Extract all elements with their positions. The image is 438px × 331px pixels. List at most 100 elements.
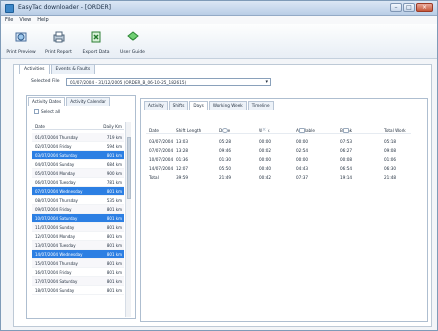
bed-icon <box>343 128 349 133</box>
days-drive-cell: 09:46 <box>219 148 232 153</box>
activity-daily-km: 684 km <box>106 162 122 167</box>
activity-date: 12/07/2004 Monday <box>35 234 76 239</box>
activity-list: 01/07/2004 Thursday 719 km 02/07/2004 Frid… <box>32 133 124 295</box>
days-shift-length-cell: 13:28 <box>176 148 189 153</box>
days-date-cell: Total <box>149 175 159 180</box>
select-all-checkbox[interactable] <box>34 109 39 114</box>
available-icon <box>299 128 305 133</box>
tab-activity[interactable]: Activity <box>144 101 168 110</box>
activity-list-scrollbar[interactable] <box>125 122 131 317</box>
activity-daily-km: 801 km <box>106 153 122 158</box>
days-table-header: Date Shift Length Drive Work× Available … <box>146 128 411 134</box>
close-button[interactable]: × <box>416 3 433 12</box>
days-shift-length-cell: 39:59 <box>176 175 189 180</box>
activity-list-row[interactable]: 04/07/2004 Sunday 684 km <box>32 160 124 169</box>
activity-list-row[interactable]: 03/07/2004 Saturday 801 km <box>32 151 124 160</box>
menu-help[interactable]: Help <box>37 16 48 24</box>
days-break-cell: 06:27 <box>340 148 353 153</box>
days-break-cell: 06:54 <box>340 166 353 171</box>
days-shift-length-header[interactable]: Shift Length <box>176 128 201 133</box>
days-date-cell: 03/07/2004 <box>149 139 174 144</box>
days-total-row[interactable]: Total 39:59 21:49 00:42 07:37 19:14 21:48 <box>146 173 411 182</box>
activity-list-row[interactable]: 13/07/2004 Tuesday 801 km <box>32 241 124 250</box>
export-data-button[interactable]: Export Data <box>79 28 113 55</box>
print-report-button[interactable]: Print Report <box>41 28 76 55</box>
days-table-row[interactable]: 07/07/2004 13:28 09:46 00:02 02:54 06:27 09:08 <box>146 146 411 155</box>
export-data-label: Export Data <box>82 50 110 55</box>
application-window: EasyTac downloader - [ORDER] – □ × File … <box>0 0 438 331</box>
days-total-work-header[interactable]: Total Work <box>384 128 406 133</box>
activity-list-row[interactable]: 15/07/2004 Thursday 801 km <box>32 259 124 268</box>
activity-daily-km: 801 km <box>106 207 122 212</box>
activity-date: 06/07/2004 Tuesday <box>35 180 76 185</box>
activity-list-row[interactable]: 12/07/2004 Monday 801 km <box>32 232 124 241</box>
days-total-work-cell: 06:30 <box>384 166 397 171</box>
days-shift-length-cell: 01:36 <box>176 157 189 162</box>
activity-list-header: Date Daily Km <box>32 123 124 130</box>
activity-list-row[interactable]: 06/07/2004 Tuesday 781 km <box>32 178 124 187</box>
menu-file[interactable]: File <box>5 16 13 24</box>
activity-list-row[interactable]: 16/07/2004 Friday 801 km <box>32 268 124 277</box>
activity-date: 01/07/2004 Thursday <box>35 135 78 140</box>
print-preview-button[interactable]: Print Preview <box>4 28 38 55</box>
tab-events-faults[interactable]: Events & Faults <box>50 64 96 74</box>
days-table-row[interactable]: 03/07/2004 13:03 05:28 00:00 00:00 07:53 05:18 <box>146 137 411 146</box>
activity-date: 09/07/2004 Friday <box>35 207 72 212</box>
print-report-icon <box>53 31 64 43</box>
menu-view[interactable]: View <box>19 16 31 24</box>
days-available-cell: 02:54 <box>296 148 309 153</box>
tab-working-week[interactable]: Working Week <box>208 101 247 110</box>
tab-activity-dates[interactable]: Activity Dates <box>28 97 66 106</box>
tab-activity-calendar[interactable]: Activity Calendar <box>66 97 111 106</box>
activity-list-row[interactable]: 14/07/2004 Wednesday 801 km <box>32 250 124 259</box>
activity-daily-km: 801 km <box>106 279 122 284</box>
activity-list-row[interactable]: 05/07/2004 Monday 900 km <box>32 169 124 178</box>
activity-list-row[interactable]: 10/07/2004 Saturday 801 km <box>32 214 124 223</box>
activity-list-row[interactable]: 09/07/2004 Friday 801 km <box>32 205 124 214</box>
chevron-down-icon: ▾ <box>265 79 268 85</box>
tab-shifts[interactable]: Shifts <box>168 101 189 110</box>
activity-date: 16/07/2004 Friday <box>35 270 72 275</box>
tab-activities[interactable]: Activities <box>19 64 50 74</box>
window-title: EasyTac downloader - [ORDER] <box>18 4 112 11</box>
activity-date: 15/07/2004 Thursday <box>35 261 78 266</box>
activity-list-row[interactable]: 02/07/2004 Friday 594 km <box>32 142 124 151</box>
activity-daily-km: 719 km <box>106 135 122 140</box>
tab-days[interactable]: Days <box>189 101 208 110</box>
print-report-label: Print Report <box>45 50 72 55</box>
days-table-row[interactable]: 10/07/2004 01:36 01:30 00:00 00:00 00:08 01:06 <box>146 155 411 164</box>
activity-date: 18/07/2004 Sunday <box>35 288 75 293</box>
activity-list-row[interactable]: 08/07/2004 Thursday 535 km <box>32 196 124 205</box>
activity-list-row[interactable]: 07/07/2004 Wednesday 801 km <box>32 187 124 196</box>
activity-date: 03/07/2004 Saturday <box>35 153 78 158</box>
daily-km-column-header[interactable]: Daily Km <box>103 124 122 129</box>
activity-list-row[interactable]: 17/07/2004 Saturday 801 km <box>32 277 124 286</box>
date-column-header[interactable]: Date <box>35 124 45 129</box>
activity-date: 07/07/2004 Wednesday <box>35 189 83 194</box>
main-tabs: Activities Events & Faults <box>19 64 96 74</box>
maximize-button[interactable]: □ <box>403 3 415 12</box>
select-all-checkbox-row[interactable]: Select all <box>34 109 60 115</box>
selected-file-select[interactable]: 01/07/2004 - 31/12/2005 (ORDER_B_06-10-2… <box>66 78 271 86</box>
activity-list-row[interactable]: 01/07/2004 Thursday 719 km <box>32 133 124 142</box>
activity-list-row[interactable]: 11/07/2004 Sunday 801 km <box>32 223 124 232</box>
selected-file-value: 01/07/2004 - 31/12/2005 (ORDER_B_06-10-2… <box>70 80 187 85</box>
minimize-button[interactable]: – <box>390 3 402 12</box>
activity-daily-km: 801 km <box>106 216 122 221</box>
activity-date: 08/07/2004 Thursday <box>35 198 78 203</box>
days-drive-cell: 01:30 <box>219 157 232 162</box>
user-guide-button[interactable]: User Guide <box>117 28 148 55</box>
scrollbar-thumb[interactable] <box>127 137 131 199</box>
days-total-work-cell: 21:48 <box>384 175 397 180</box>
activity-daily-km: 801 km <box>106 261 122 266</box>
activity-daily-km: 535 km <box>106 198 122 203</box>
days-total-work-cell: 09:08 <box>384 148 397 153</box>
days-date-header[interactable]: Date <box>149 128 159 133</box>
days-work-cell: 00:02 <box>259 148 272 153</box>
activity-list-row[interactable]: 18/07/2004 Sunday 801 km <box>32 286 124 295</box>
tab-timeline[interactable]: Timeline <box>247 101 274 110</box>
activity-daily-km: 801 km <box>106 270 122 275</box>
days-table-row[interactable]: 14/07/2004 12:07 05:50 00:40 04:43 06:54 06:30 <box>146 164 411 173</box>
window-controls: – □ × <box>390 3 433 12</box>
days-work-cell: 00:00 <box>259 157 272 162</box>
